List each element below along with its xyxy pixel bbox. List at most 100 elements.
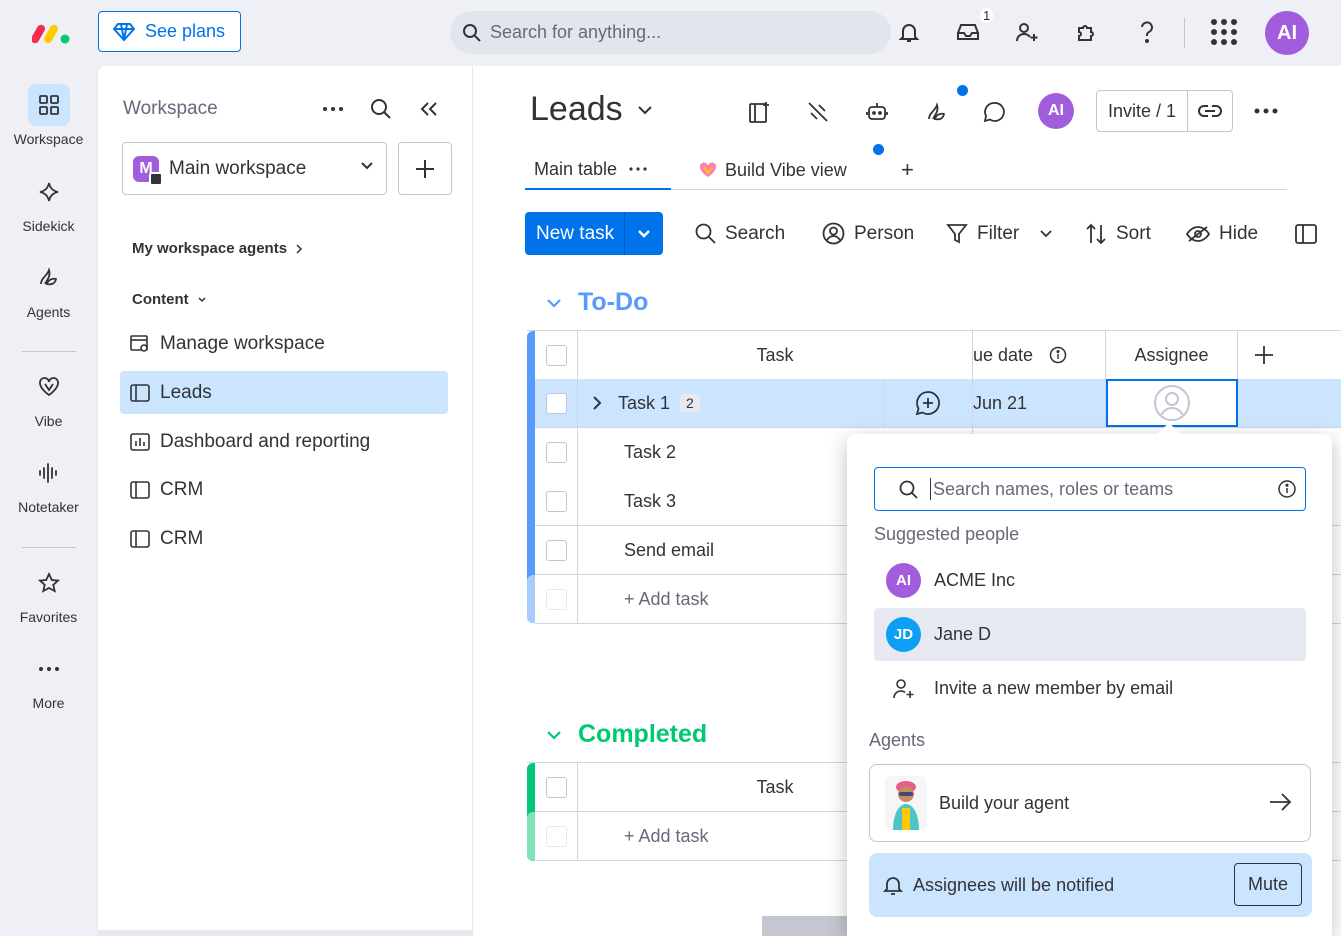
info-icon[interactable] [1049, 346, 1067, 364]
content-section-toggle[interactable]: Content [132, 291, 207, 308]
rail-item-agents[interactable]: Agents [0, 257, 97, 320]
board-title[interactable]: Leads [530, 90, 653, 129]
chevron-down-icon [637, 105, 653, 115]
new-task-button[interactable]: New task [525, 212, 663, 255]
add-update-icon[interactable] [884, 379, 973, 427]
rail-item-notetaker[interactable]: Notetaker [0, 452, 97, 515]
bell-icon[interactable] [893, 16, 925, 48]
dashboard-icon [130, 432, 150, 451]
add-column-icon[interactable] [1238, 331, 1290, 379]
row-checkbox[interactable] [545, 442, 567, 463]
tab-main-table[interactable]: Main table [525, 150, 671, 190]
checkbox-cell [535, 575, 578, 623]
sidekick-board-icon[interactable] [746, 98, 774, 126]
board-member-avatar[interactable]: AI [1038, 93, 1074, 129]
workspace-item-crm[interactable]: CRM [120, 468, 448, 511]
chevron-down-icon[interactable] [1040, 229, 1052, 238]
invite-members-icon[interactable] [1011, 16, 1043, 48]
sort-button[interactable]: Sort [1085, 212, 1151, 255]
search-icon[interactable] [366, 94, 396, 124]
panel-scrollbar[interactable] [98, 930, 474, 936]
column-header-task[interactable]: Task [578, 331, 973, 379]
apps-grid-icon[interactable] [1208, 16, 1240, 48]
agent-leaf-icon[interactable] [923, 98, 951, 126]
due-date-cell[interactable]: Jun 21 [973, 379, 1106, 427]
column-header-assignee[interactable]: Assignee [1106, 331, 1238, 379]
chevron-down-icon [546, 298, 562, 308]
search-icon [899, 480, 918, 499]
bell-icon [883, 874, 903, 896]
suggested-people-label: Suggested people [874, 524, 1020, 544]
tab-options-icon[interactable] [629, 167, 647, 171]
column-header-due-date[interactable]: ue date [973, 331, 1106, 379]
people-search-input[interactable]: Search names, roles or teams [874, 467, 1306, 511]
select-all-checkbox[interactable] [545, 776, 567, 798]
puzzle-icon[interactable] [1071, 16, 1103, 48]
workspace-selector[interactable]: M Main workspace [122, 142, 387, 195]
row-checkbox[interactable] [545, 392, 567, 414]
workspace-item-leads[interactable]: Leads [120, 371, 448, 414]
agent-avatar-illustration [885, 776, 927, 830]
header-checkbox-cell [535, 331, 578, 379]
left-rail: Workspace Sidekick Agents Vibe Notetaker… [0, 66, 97, 936]
filter-icon [946, 223, 968, 245]
workspace-item-dashboard[interactable]: Dashboard and reporting [120, 420, 448, 463]
monday-logo[interactable] [32, 20, 72, 46]
tab-build-vibe-view[interactable]: Build Vibe view [699, 150, 847, 190]
invite-by-email-option[interactable]: Invite a new member by email [874, 662, 1306, 715]
person-filter-button[interactable]: Person [822, 212, 914, 255]
updates-chat-icon[interactable] [980, 98, 1008, 126]
workspace-agents-link[interactable]: My workspace agents [132, 240, 303, 257]
rail-item-sidekick[interactable]: Sidekick [0, 171, 97, 234]
workspace-item-crm[interactable]: CRM [120, 517, 448, 560]
search-icon [695, 223, 716, 244]
info-icon[interactable] [1277, 479, 1297, 499]
person-option[interactable]: JD Jane D [874, 608, 1306, 661]
more-options-icon[interactable] [318, 94, 348, 124]
person-option[interactable]: AI ACME Inc [874, 554, 1306, 607]
assignee-cell[interactable] [1106, 379, 1238, 427]
task-name-cell[interactable]: Task 1 2 [578, 379, 884, 427]
avatar: JD [886, 617, 921, 652]
rail-item-vibe[interactable]: Vibe [0, 366, 97, 429]
hide-button[interactable]: Hide [1186, 212, 1258, 255]
rail-item-favorites[interactable]: Favorites [0, 562, 97, 625]
user-avatar[interactable]: AI [1265, 11, 1309, 55]
table-row[interactable]: Task 1 2 Jun 21 [535, 379, 1341, 428]
board-icon [130, 383, 150, 402]
topbar-divider [1184, 18, 1185, 48]
view-tabs: Main table Build Vibe view + [525, 144, 1287, 190]
global-search-input[interactable]: Search for anything... [450, 11, 891, 54]
group-header-todo[interactable]: To-Do [546, 288, 648, 317]
board-more-icon[interactable] [1253, 98, 1279, 124]
mute-button[interactable]: Mute [1234, 863, 1302, 906]
see-plans-button[interactable]: See plans [98, 11, 241, 52]
header-checkbox-cell [535, 763, 578, 811]
integrations-icon[interactable] [804, 98, 832, 126]
layout-icon[interactable] [1295, 212, 1317, 255]
rail-item-workspace[interactable]: Workspace [0, 84, 97, 147]
dots-icon [28, 648, 70, 690]
help-icon[interactable] [1131, 16, 1163, 48]
workspace-item-manage[interactable]: Manage workspace [120, 322, 448, 365]
row-checkbox[interactable] [545, 539, 567, 561]
group-header-completed[interactable]: Completed [546, 720, 707, 749]
inbox-icon[interactable] [952, 16, 984, 48]
horizontal-scrollbar[interactable] [762, 916, 848, 936]
rail-item-more[interactable]: More [0, 648, 97, 711]
add-item-button[interactable] [398, 142, 452, 195]
collapse-panel-icon[interactable] [414, 94, 444, 124]
diamond-icon [113, 22, 135, 42]
invite-button[interactable]: Invite / 1 [1096, 90, 1233, 132]
select-all-checkbox[interactable] [545, 344, 567, 366]
add-view-button[interactable]: + [901, 150, 914, 190]
build-agent-card[interactable]: Build your agent [869, 764, 1311, 842]
automations-robot-icon[interactable] [863, 98, 891, 126]
row-checkbox [545, 588, 567, 610]
search-button[interactable]: Search [695, 212, 785, 255]
filter-button[interactable]: Filter [946, 212, 1052, 255]
row-checkbox[interactable] [545, 490, 567, 512]
chevron-right-icon[interactable] [592, 395, 602, 411]
copy-link-icon[interactable] [1188, 104, 1232, 118]
chevron-down-icon[interactable] [625, 229, 663, 239]
